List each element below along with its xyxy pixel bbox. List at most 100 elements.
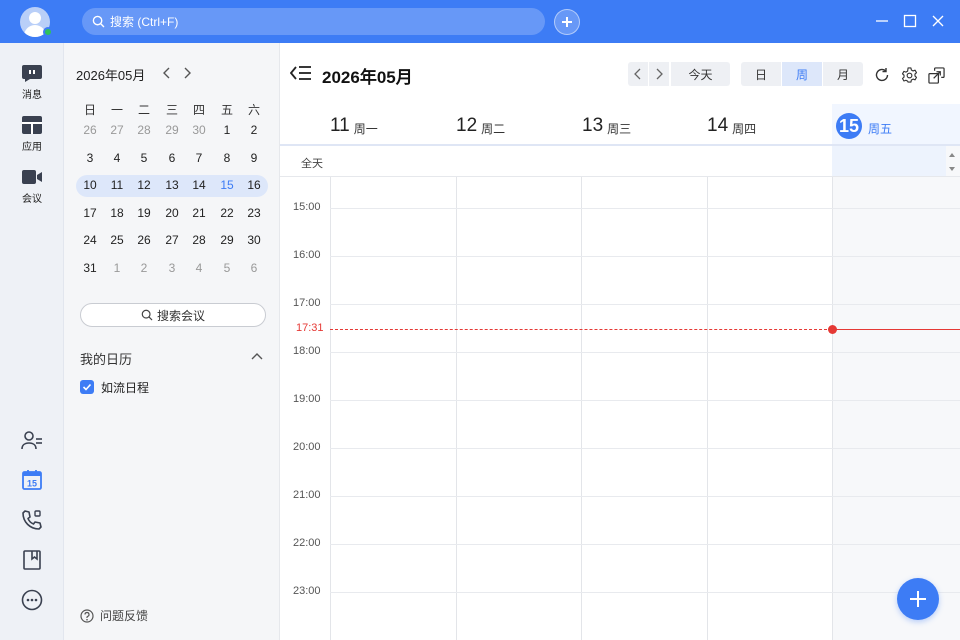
search-meeting-button[interactable]: 搜索会议 <box>80 303 266 327</box>
contacts-icon <box>21 431 42 450</box>
mini-calendar-day[interactable]: 2 <box>131 257 157 279</box>
mini-calendar-day[interactable]: 3 <box>77 147 103 169</box>
weekday-header: 三 <box>165 103 178 117</box>
mini-calendar-day[interactable]: 29 <box>159 119 185 141</box>
mini-calendar-day[interactable]: 4 <box>186 257 212 279</box>
feedback-link[interactable]: 问题反馈 <box>80 607 148 624</box>
mini-calendar-day[interactable]: 15 <box>214 174 240 196</box>
mini-calendar-day[interactable]: 27 <box>104 119 130 141</box>
mini-calendar-day[interactable]: 18 <box>104 202 130 224</box>
mini-calendar-day[interactable]: 20 <box>159 202 185 224</box>
mini-calendar-day[interactable]: 16 <box>241 174 267 196</box>
mini-next-month-button[interactable] <box>179 65 195 81</box>
time-label: 16:00 <box>293 249 321 261</box>
mini-calendar-day[interactable]: 27 <box>159 229 185 251</box>
mini-calendar-day[interactable]: 19 <box>131 202 157 224</box>
rail-item-meetings[interactable]: 会议 <box>0 167 64 205</box>
view-day-button[interactable]: 日 <box>741 62 781 86</box>
mini-calendar-day[interactable]: 6 <box>241 257 267 279</box>
mini-calendar-day[interactable]: 26 <box>131 229 157 251</box>
mini-calendar-day[interactable]: 1 <box>214 119 240 141</box>
current-time-label: 17:31 <box>296 321 324 334</box>
mini-calendar-day[interactable]: 4 <box>104 147 130 169</box>
mini-calendar-day[interactable]: 5 <box>214 257 240 279</box>
mini-calendar-day[interactable]: 28 <box>131 119 157 141</box>
mini-calendar-day[interactable]: 31 <box>77 257 103 279</box>
mini-prev-month-button[interactable] <box>159 65 175 81</box>
mini-calendar-day[interactable]: 14 <box>186 174 212 196</box>
phone-button[interactable] <box>21 509 43 531</box>
mini-calendar-day[interactable]: 29 <box>214 229 240 251</box>
bookmark-icon <box>23 550 41 570</box>
mini-calendar-day[interactable]: 6 <box>159 147 185 169</box>
calendar-button[interactable]: 15 <box>21 469 43 491</box>
mini-calendar-day[interactable]: 5 <box>131 147 157 169</box>
settings-button[interactable] <box>900 66 918 84</box>
mini-calendar-day[interactable]: 11 <box>104 174 130 196</box>
mini-calendar-day[interactable]: 23 <box>241 202 267 224</box>
today-button[interactable]: 今天 <box>671 62 730 86</box>
mini-calendar-day[interactable]: 21 <box>186 202 212 224</box>
calendar-icon: 15 <box>22 470 42 490</box>
day-header[interactable]: 14 周四 <box>707 107 756 145</box>
weekday-header: 六 <box>247 103 260 117</box>
all-day-scroll[interactable] <box>946 148 958 176</box>
calendar-checkbox[interactable] <box>80 380 94 394</box>
mini-calendar-day[interactable]: 12 <box>131 174 157 196</box>
time-label: 23:00 <box>293 585 321 597</box>
minimize-button[interactable] <box>873 12 891 30</box>
mini-calendar-day[interactable]: 24 <box>77 229 103 251</box>
chevron-right-icon <box>656 68 663 80</box>
more-icon <box>21 589 43 611</box>
mini-calendar-day[interactable]: 13 <box>159 174 185 196</box>
next-week-button[interactable] <box>649 62 669 86</box>
day-header[interactable]: 13 周三 <box>582 107 631 145</box>
mini-calendar-day[interactable]: 26 <box>77 119 103 141</box>
popout-button[interactable] <box>927 66 945 84</box>
mini-calendar-day[interactable]: 10 <box>77 174 103 196</box>
scroll-arrows-icon <box>949 153 955 171</box>
mini-calendar-day[interactable]: 30 <box>186 119 212 141</box>
create-button[interactable] <box>554 9 580 35</box>
collapse-sidebar-icon <box>289 66 311 80</box>
new-event-button[interactable] <box>897 578 939 620</box>
view-month-button[interactable]: 月 <box>823 62 863 86</box>
day-header[interactable]: 11 周一 <box>330 107 378 145</box>
day-header[interactable]: 12 周二 <box>456 107 505 145</box>
mini-calendar-day[interactable]: 7 <box>186 147 212 169</box>
more-button[interactable] <box>21 589 43 611</box>
mini-calendar-day[interactable]: 28 <box>186 229 212 251</box>
mini-calendar-day[interactable]: 9 <box>241 147 267 169</box>
mini-calendar-day[interactable]: 8 <box>214 147 240 169</box>
global-search-input[interactable]: 搜索 (Ctrl+F) <box>82 8 545 35</box>
page-title: 2026年05月 <box>322 68 413 87</box>
collapse-my-calendars-button[interactable] <box>250 349 266 365</box>
bookmark-button[interactable] <box>21 549 43 571</box>
day-header-today[interactable]: 15 周五 <box>836 107 892 145</box>
mini-calendar-day[interactable]: 25 <box>104 229 130 251</box>
gear-icon <box>901 66 917 83</box>
mini-calendar-day[interactable]: 30 <box>241 229 267 251</box>
rail-item-messages[interactable]: 消息 <box>0 63 64 101</box>
time-label: 22:00 <box>293 537 321 549</box>
mini-calendar-day[interactable]: 1 <box>104 257 130 279</box>
mini-calendar-day[interactable]: 22 <box>214 202 240 224</box>
mini-calendar-day[interactable]: 2 <box>241 119 267 141</box>
contacts-button[interactable] <box>21 429 43 451</box>
close-button[interactable] <box>929 12 947 30</box>
week-view: 2026年05月 今天 日 周 月 11 周一 12 周二 13 周三 14 周… <box>280 43 960 640</box>
toggle-sidebar-button[interactable] <box>289 65 312 83</box>
mini-calendar-day[interactable]: 17 <box>77 202 103 224</box>
checkmark-icon <box>82 383 92 391</box>
time-grid[interactable]: 15:00 16:00 17:00 18:00 19:00 20:00 21:00 22:00… <box>280 177 960 640</box>
view-week-button[interactable]: 周 <box>782 62 822 86</box>
day-column-divider <box>707 177 708 640</box>
hour-line <box>330 256 960 257</box>
refresh-button[interactable] <box>873 66 891 84</box>
all-day-row[interactable]: 全天 <box>280 146 960 177</box>
prev-week-button[interactable] <box>628 62 648 86</box>
rail-item-apps[interactable]: 应用 <box>0 115 64 153</box>
mini-calendar-day[interactable]: 3 <box>159 257 185 279</box>
maximize-button[interactable] <box>901 12 919 30</box>
chevron-left-icon <box>163 67 170 79</box>
